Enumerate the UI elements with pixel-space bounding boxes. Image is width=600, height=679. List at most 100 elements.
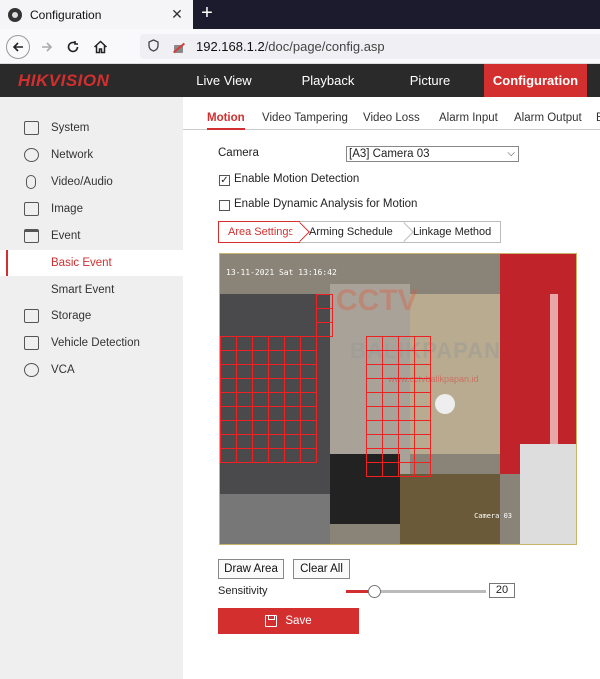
sidebar-item-label: Basic Event — [51, 257, 112, 269]
motion-grid-cell — [316, 322, 333, 337]
tab-more[interactable]: E — [596, 107, 600, 130]
sidebar-item-storage[interactable]: Storage — [0, 303, 183, 329]
motion-grid-cell — [220, 392, 237, 407]
step-arming-schedule[interactable]: Arming Schedule — [300, 221, 414, 243]
sidebar-item-label: Event — [51, 230, 81, 242]
browser-navbar: 192.168.1.2/doc/page/config.asp — [0, 29, 600, 64]
enable-motion-checkbox[interactable]: ✓ — [219, 175, 230, 186]
reload-button[interactable] — [60, 34, 86, 60]
motion-grid-cell — [220, 364, 237, 379]
motion-grid-cell — [414, 378, 431, 393]
sidebar-item-label: Vehicle Detection — [51, 337, 140, 349]
motion-grid-cell — [366, 336, 383, 351]
nav-live-view[interactable]: Live View — [183, 64, 265, 97]
sensitivity-handle[interactable] — [368, 585, 381, 598]
motion-grid-cell — [252, 434, 269, 449]
globe-icon — [24, 148, 39, 162]
nav-picture[interactable]: Picture — [389, 64, 471, 97]
sensitivity-slider[interactable] — [346, 585, 486, 598]
sidebar-item-basic-event[interactable]: Basic Event — [0, 250, 183, 276]
motion-grid-cell — [284, 448, 301, 463]
motion-grid-cell — [366, 434, 383, 449]
save-icon — [265, 615, 278, 627]
camera-select[interactable]: [A3] Camera 03 ⌵ — [346, 146, 519, 162]
motion-grid-cell — [252, 378, 269, 393]
calendar-icon — [24, 229, 39, 243]
tab-motion[interactable]: Motion — [207, 107, 245, 130]
motion-grid-cell — [220, 406, 237, 421]
forward-button[interactable] — [34, 34, 60, 60]
motion-grid-cell — [252, 392, 269, 407]
motion-grid-cell — [268, 392, 285, 407]
motion-grid-cell — [382, 392, 399, 407]
motion-grid-cell — [398, 350, 415, 365]
tab-video-tampering[interactable]: Video Tampering — [262, 107, 348, 130]
save-button[interactable]: Save — [218, 608, 359, 634]
motion-grid-cell — [398, 434, 415, 449]
sensitivity-label: Sensitivity — [218, 585, 268, 597]
sensitivity-value[interactable]: 20 — [489, 583, 515, 598]
motion-grid-cell — [382, 336, 399, 351]
draw-area-button[interactable]: Draw Area — [218, 559, 284, 579]
motion-grid-cell — [414, 392, 431, 407]
clear-all-button[interactable]: Clear All — [293, 559, 350, 579]
step-area-settings[interactable]: Area Settings — [218, 221, 310, 243]
arrow-left-icon — [12, 42, 23, 52]
motion-grid-cell — [366, 364, 383, 379]
camera-timestamp: 13-11-2021 Sat 13:16:42 — [226, 268, 337, 277]
motion-grid-cell — [252, 448, 269, 463]
sidebar-item-vehicle-detection[interactable]: Vehicle Detection — [0, 330, 183, 356]
motion-grid-cell — [398, 336, 415, 351]
sidebar-item-image[interactable]: Image — [0, 196, 183, 222]
tab-title: Configuration — [30, 7, 102, 22]
motion-grid-cell — [382, 364, 399, 379]
sidebar-item-network[interactable]: Network — [0, 142, 183, 168]
motion-grid-cell — [382, 434, 399, 449]
insecure-lock-icon[interactable] — [172, 41, 186, 53]
motion-grid-cell — [220, 336, 237, 351]
nav-playback[interactable]: Playback — [287, 64, 369, 97]
close-icon[interactable]: ✕ — [169, 6, 185, 23]
motion-grid-cell — [300, 364, 317, 379]
sidebar-item-vca[interactable]: VCA — [0, 357, 183, 383]
motion-grid-cell — [268, 420, 285, 435]
url-bar[interactable]: 192.168.1.2/doc/page/config.asp — [140, 34, 600, 59]
step-linkage-method[interactable]: Linkage Method — [404, 221, 501, 243]
sidebar-item-smart-event[interactable]: Smart Event — [0, 277, 183, 303]
sidebar-item-system[interactable]: System — [0, 115, 183, 141]
browser-tab[interactable]: Configuration ✕ — [0, 0, 193, 29]
tab-alarm-input[interactable]: Alarm Input — [439, 107, 498, 130]
camera-preview[interactable]: CCTV BALIKPAPAN www.cctvbalikpapan.id 13… — [219, 253, 577, 545]
motion-grid-cell — [284, 336, 301, 351]
nav-configuration[interactable]: Configuration — [484, 64, 587, 97]
new-tab-button[interactable]: + — [196, 2, 218, 26]
motion-grid-cell — [300, 448, 317, 463]
motion-grid-cell — [300, 392, 317, 407]
motion-grid-cell — [398, 420, 415, 435]
sidebar-item-event[interactable]: Event — [0, 223, 183, 249]
motion-grid-cell — [398, 364, 415, 379]
motion-grid-cell — [252, 406, 269, 421]
motion-grid-cell — [398, 392, 415, 407]
motion-grid-cell — [236, 336, 253, 351]
enable-dynamic-checkbox[interactable] — [219, 200, 230, 211]
shield-icon[interactable] — [148, 38, 162, 55]
motion-grid-cell — [220, 350, 237, 365]
motion-grid-cell — [366, 378, 383, 393]
motion-grid-cell — [316, 308, 333, 323]
sidebar-item-video-audio[interactable]: Video/Audio — [0, 169, 183, 195]
motion-grid-cell — [366, 350, 383, 365]
back-button[interactable] — [6, 35, 30, 59]
motion-grid-cell — [398, 378, 415, 393]
home-button[interactable] — [87, 34, 113, 60]
motion-grid-cell — [284, 420, 301, 435]
sidebar-item-label: Image — [51, 203, 83, 215]
tab-video-loss[interactable]: Video Loss — [363, 107, 420, 130]
motion-grid-cell — [268, 434, 285, 449]
url-text[interactable]: 192.168.1.2/doc/page/config.asp — [196, 39, 385, 54]
motion-grid-cell — [236, 448, 253, 463]
sidebar-item-label: System — [51, 122, 90, 134]
tab-alarm-output[interactable]: Alarm Output — [514, 107, 582, 130]
motion-grid-cell — [366, 448, 383, 463]
main-content: Motion Video Tampering Video Loss Alarm … — [183, 97, 600, 679]
